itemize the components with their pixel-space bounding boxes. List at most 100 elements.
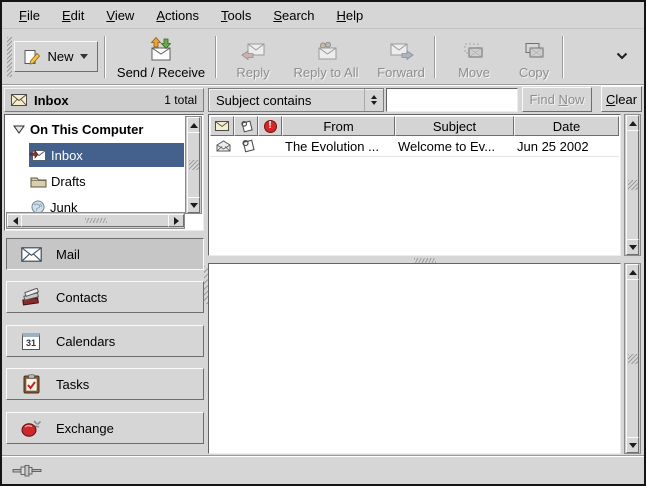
drafts-folder-icon xyxy=(30,175,47,188)
scroll-right-button[interactable] xyxy=(168,214,184,227)
chevron-down-icon xyxy=(616,52,628,60)
column-header-important[interactable]: ! xyxy=(258,116,282,136)
preview-pane[interactable] xyxy=(208,263,621,454)
switcher-label: Tasks xyxy=(56,377,89,392)
inbox-folder-icon xyxy=(30,148,47,162)
scroll-up-button[interactable] xyxy=(626,115,639,131)
switcher-button-exchange[interactable]: Exchange xyxy=(6,412,204,444)
send-receive-button[interactable]: Send / Receive xyxy=(110,33,212,80)
folder-message-count: 1 total xyxy=(164,93,197,107)
folder-title-bar: Inbox 1 total xyxy=(4,88,204,112)
move-button: Move xyxy=(446,33,502,80)
tree-item-junk[interactable]: Junk xyxy=(6,194,187,214)
new-compose-icon xyxy=(24,49,41,65)
menu-view[interactable]: View xyxy=(95,4,145,27)
search-criteria-dropdown[interactable]: Subject contains xyxy=(208,88,384,112)
menubar: File Edit View Actions Tools Search Help xyxy=(2,2,644,29)
column-header-date[interactable]: Date xyxy=(514,116,619,136)
calendar-day-number: 31 xyxy=(26,338,36,348)
reply-label: Reply xyxy=(236,65,269,80)
switcher-button-calendars[interactable]: 31 Calendars xyxy=(6,325,204,357)
message-from-cell: The Evolution ... xyxy=(282,139,395,154)
column-label-date: Date xyxy=(553,119,580,134)
toolbar-separator xyxy=(104,36,106,78)
column-header-subject[interactable]: Subject xyxy=(395,116,514,136)
menu-search[interactable]: Search xyxy=(262,4,325,27)
search-input-wrap xyxy=(386,88,518,112)
tree-root-on-this-computer[interactable]: On This Computer xyxy=(6,116,187,142)
splitter-grip[interactable] xyxy=(414,258,436,263)
column-label-from: From xyxy=(323,119,353,134)
search-input[interactable] xyxy=(387,89,517,111)
scrollbar-thumb[interactable] xyxy=(21,214,170,227)
toolbar-separator xyxy=(215,36,217,78)
message-date-cell: Jun 25 2002 xyxy=(514,139,619,154)
clear-label: Clear xyxy=(606,92,637,107)
statusbar xyxy=(2,457,644,484)
message-list-vscrollbar[interactable] xyxy=(624,114,641,256)
switcher-label: Exchange xyxy=(56,421,114,436)
message-list-header: ! From Subject Date xyxy=(210,116,619,136)
column-header-attachment[interactable] xyxy=(234,116,258,136)
scroll-down-button[interactable] xyxy=(626,239,639,255)
reply-to-all-icon xyxy=(313,42,339,62)
move-icon xyxy=(462,42,486,62)
folder-title: Inbox xyxy=(34,93,69,108)
preview-pane-vscrollbar[interactable] xyxy=(624,263,641,454)
toolbar-grip-handle[interactable] xyxy=(7,37,12,77)
move-label: Move xyxy=(458,65,490,80)
new-dropdown-chevron-icon[interactable] xyxy=(80,54,88,59)
reply-icon xyxy=(241,42,266,62)
attachment-icon xyxy=(240,120,253,133)
copy-button: Copy xyxy=(508,33,560,80)
folder-tree-vscrollbar[interactable] xyxy=(185,116,202,214)
mail-icon xyxy=(20,244,42,264)
switcher-button-contacts[interactable]: Contacts xyxy=(6,281,204,313)
menu-tools[interactable]: Tools xyxy=(210,4,262,27)
scroll-up-button[interactable] xyxy=(626,264,639,280)
switcher-button-mail[interactable]: Mail xyxy=(6,238,204,270)
folder-tree-hscrollbar[interactable] xyxy=(6,212,185,229)
scrollbar-thumb[interactable] xyxy=(187,132,200,198)
copy-label: Copy xyxy=(519,65,549,80)
copy-icon xyxy=(522,42,546,62)
tree-item-label: Inbox xyxy=(51,148,83,163)
column-header-status[interactable] xyxy=(210,116,234,136)
menu-actions[interactable]: Actions xyxy=(145,4,210,27)
message-row[interactable]: The Evolution ... Welcome to Ev... Jun 2… xyxy=(210,136,619,157)
scroll-down-button[interactable] xyxy=(187,197,200,213)
menu-help[interactable]: Help xyxy=(326,4,375,27)
send-receive-label: Send / Receive xyxy=(117,65,205,80)
scrollbar-thumb[interactable] xyxy=(626,130,639,240)
tree-item-inbox[interactable]: Inbox xyxy=(6,142,187,168)
find-now-button: Find Now xyxy=(522,87,592,112)
tree-expander-icon[interactable] xyxy=(13,125,25,134)
tree-item-drafts[interactable]: Drafts xyxy=(6,168,187,194)
exchange-plug-icon xyxy=(20,418,42,438)
column-header-from[interactable]: From xyxy=(282,116,395,136)
combo-arrows-icon[interactable] xyxy=(364,89,383,111)
tree-item-label: Drafts xyxy=(51,174,86,189)
send-receive-icon xyxy=(148,37,174,62)
search-criteria-value: Subject contains xyxy=(216,93,311,108)
scrollbar-thumb[interactable] xyxy=(626,279,639,438)
menu-file[interactable]: File xyxy=(8,4,51,27)
reply-to-all-button: Reply to All xyxy=(284,33,368,80)
toolbar-separator xyxy=(434,36,436,78)
toolbar-separator xyxy=(562,36,564,78)
menu-edit[interactable]: Edit xyxy=(51,4,95,27)
clear-button[interactable]: Clear xyxy=(601,86,642,112)
folder-tree-content: On This Computer Inbox Drafts Junk xyxy=(6,116,187,214)
inbox-envelope-icon xyxy=(11,94,27,106)
find-now-label: Find Now xyxy=(530,92,585,107)
scroll-down-button[interactable] xyxy=(626,437,639,453)
column-label-subject: Subject xyxy=(433,119,476,134)
tasks-icon xyxy=(20,374,42,394)
forward-label: Forward xyxy=(377,65,425,80)
toolbar-overflow-button[interactable] xyxy=(612,48,632,64)
scroll-up-button[interactable] xyxy=(187,117,200,133)
switcher-button-tasks[interactable]: Tasks xyxy=(6,368,204,400)
message-status-icon xyxy=(215,121,229,131)
new-button[interactable]: New xyxy=(14,41,98,72)
online-status-connector-icon[interactable] xyxy=(12,464,42,477)
